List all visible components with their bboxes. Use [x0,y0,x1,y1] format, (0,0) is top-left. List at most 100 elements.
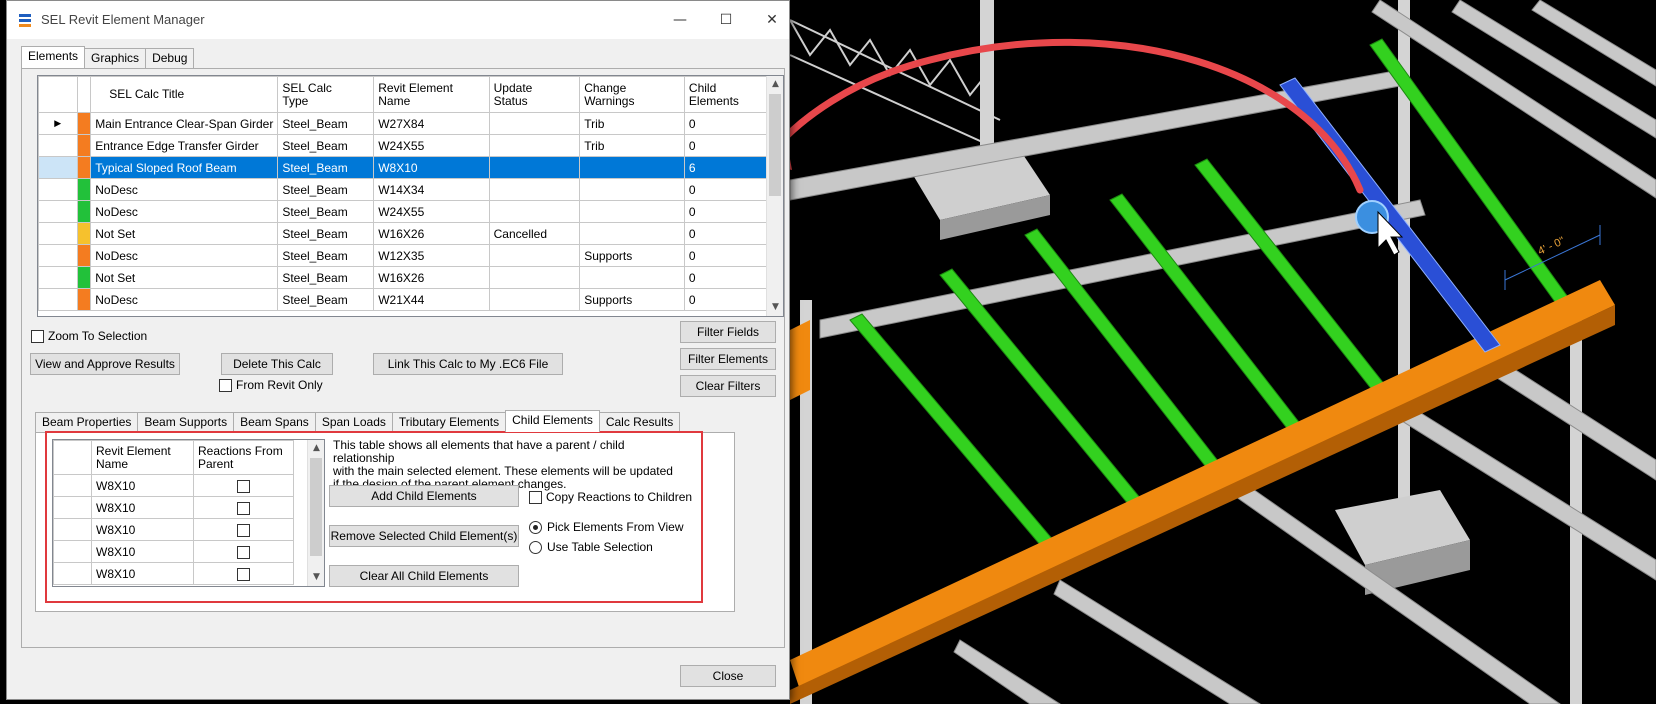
maximize-button[interactable]: ☐ [703,7,749,33]
scroll-up-icon[interactable]: ▲ [767,76,783,93]
table-row[interactable]: NoDesc Steel_Beam W21X44 Supports 0 [38,288,783,311]
from-revit-only-checkbox[interactable]: From Revit Only [219,378,323,392]
table-row[interactable]: NoDesc Steel_Beam W14X34 0 [38,178,783,201]
row-status-color[interactable] [76,112,92,135]
cell-title[interactable]: Typical Sloped Roof Beam [90,156,279,179]
row-status-color[interactable] [76,200,92,223]
cell-warnings[interactable] [579,200,685,223]
cell-type[interactable]: Steel_Beam [277,222,375,245]
row-status-color[interactable] [76,288,92,311]
cell-type[interactable]: Steel_Beam [277,112,375,135]
tab-tributary-elements[interactable]: Tributary Elements [391,412,507,432]
row-header[interactable] [38,134,78,157]
table-row[interactable]: Not Set Steel_Beam W16X26 0 [38,266,783,289]
cell-type[interactable]: Steel_Beam [277,244,375,267]
tab-beam-spans[interactable]: Beam Spans [233,412,316,432]
tab-span-loads[interactable]: Span Loads [314,412,393,432]
col-header-name[interactable]: Revit Element Name [373,76,490,113]
row-header[interactable] [38,244,78,267]
cell-status[interactable] [488,156,581,179]
cell-title[interactable]: Main Entrance Clear-Span Girder [90,112,279,135]
cell-name[interactable]: W21X44 [373,288,490,311]
cell-status[interactable] [488,200,581,223]
cell-status[interactable] [488,134,581,157]
tab-child-elements[interactable]: Child Elements [505,410,600,432]
clear-filters-button[interactable]: Clear Filters [680,375,776,397]
row-header[interactable] [38,178,78,201]
cell-type[interactable]: Steel_Beam [277,266,375,289]
cell-status[interactable] [488,178,581,201]
cell-name[interactable]: W8X10 [373,156,490,179]
table-row[interactable]: NoDesc Steel_Beam W24X55 0 [38,200,783,223]
tab-calc-results[interactable]: Calc Results [598,412,681,432]
cell-status[interactable] [488,244,581,267]
row-header[interactable] [38,266,78,289]
tab-beam-supports[interactable]: Beam Supports [137,412,235,432]
col-header-title[interactable]: SEL Calc Title [90,76,279,113]
close-window-button[interactable]: ✕ [749,7,795,33]
table-row[interactable]: ▶ Main Entrance Clear-Span Girder Steel_Be… [38,112,783,135]
col-header-type[interactable]: SEL Calc Type [277,76,375,113]
cell-title[interactable]: Entrance Edge Transfer Girder [90,134,279,157]
filter-elements-button[interactable]: Filter Elements [680,348,776,370]
cell-type[interactable]: Steel_Beam [277,288,375,311]
cell-warnings[interactable] [579,222,685,245]
table-row[interactable]: Entrance Edge Transfer Girder Steel_Beam W… [38,134,783,157]
cell-type[interactable]: Steel_Beam [277,134,375,157]
cell-name[interactable]: W24X55 [373,134,490,157]
cell-title[interactable]: NoDesc [90,200,279,223]
row-header[interactable] [38,156,78,179]
cell-name[interactable]: W24X55 [373,200,490,223]
cell-type[interactable]: Steel_Beam [277,178,375,201]
grid-scrollbar[interactable]: ▲ ▼ [766,76,783,316]
cell-name[interactable]: W16X26 [373,266,490,289]
row-header[interactable] [38,288,78,311]
cell-warnings[interactable]: Supports [579,288,685,311]
row-status-color[interactable] [76,266,92,289]
cell-warnings[interactable] [579,178,685,201]
tab-graphics[interactable]: Graphics [84,48,147,68]
scroll-down-icon[interactable]: ▼ [767,299,783,316]
row-status-color[interactable] [76,178,92,201]
cell-type[interactable]: Steel_Beam [277,156,375,179]
cell-status[interactable] [488,112,581,135]
cell-type[interactable]: Steel_Beam [277,200,375,223]
col-header-warnings[interactable]: Change Warnings [579,76,685,113]
table-row[interactable]: Not Set Steel_Beam W16X26 Cancelled 0 [38,222,783,245]
elements-grid[interactable]: SEL Calc Title SEL Calc Type Revit Eleme… [37,75,784,317]
link-calc-button[interactable]: Link This Calc to My .EC6 File [373,353,563,375]
row-header[interactable]: ▶ [38,112,78,135]
table-row[interactable]: Typical Sloped Roof Beam Steel_Beam W8X10 6 [38,156,783,179]
row-status-color[interactable] [76,134,92,157]
cell-name[interactable]: W14X34 [373,178,490,201]
row-status-color[interactable] [76,244,92,267]
delete-calc-button[interactable]: Delete This Calc [221,353,333,375]
cell-status[interactable] [488,288,581,311]
cell-warnings[interactable] [579,266,685,289]
checkbox-box[interactable] [31,329,44,343]
col-header-status[interactable]: Update Status [488,76,581,113]
cell-title[interactable]: NoDesc [90,178,279,201]
tab-elements[interactable]: Elements [21,46,86,68]
cell-warnings[interactable]: Trib [579,134,685,157]
cell-title[interactable]: Not Set [90,266,279,289]
cell-warnings[interactable]: Trib [579,112,685,135]
cell-status[interactable]: Cancelled [488,222,581,245]
cell-name[interactable]: W27X84 [373,112,490,135]
row-status-color[interactable] [76,222,92,245]
cell-warnings[interactable]: Supports [579,244,685,267]
scroll-thumb[interactable] [769,94,781,196]
cell-status[interactable] [488,266,581,289]
checkbox-box[interactable] [219,378,232,392]
cell-name[interactable]: W16X26 [373,222,490,245]
row-header[interactable] [38,222,78,245]
minimize-button[interactable]: — [657,7,703,33]
tab-beam-properties[interactable]: Beam Properties [35,412,139,432]
filter-fields-button[interactable]: Filter Fields [680,321,776,343]
cell-title[interactable]: Not Set [90,222,279,245]
cell-title[interactable]: NoDesc [90,288,279,311]
row-header[interactable] [38,200,78,223]
row-status-color[interactable] [76,156,92,179]
view-approve-button[interactable]: View and Approve Results [30,353,180,375]
table-row[interactable]: NoDesc Steel_Beam W12X35 Supports 0 [38,244,783,267]
